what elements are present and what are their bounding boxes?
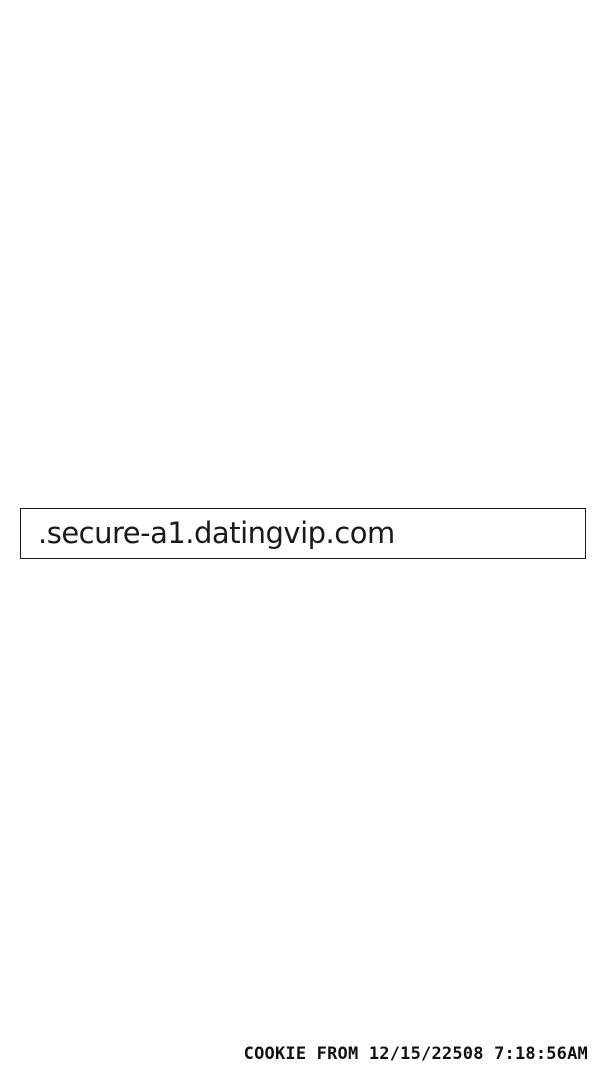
cookie-timestamp-footer: COOKIE FROM 12/15/22508 7:18:56AM — [243, 1044, 588, 1064]
cookie-domain-text: .secure-a1.datingvip.com — [38, 516, 395, 550]
cookie-domain-box: .secure-a1.datingvip.com — [20, 508, 586, 559]
